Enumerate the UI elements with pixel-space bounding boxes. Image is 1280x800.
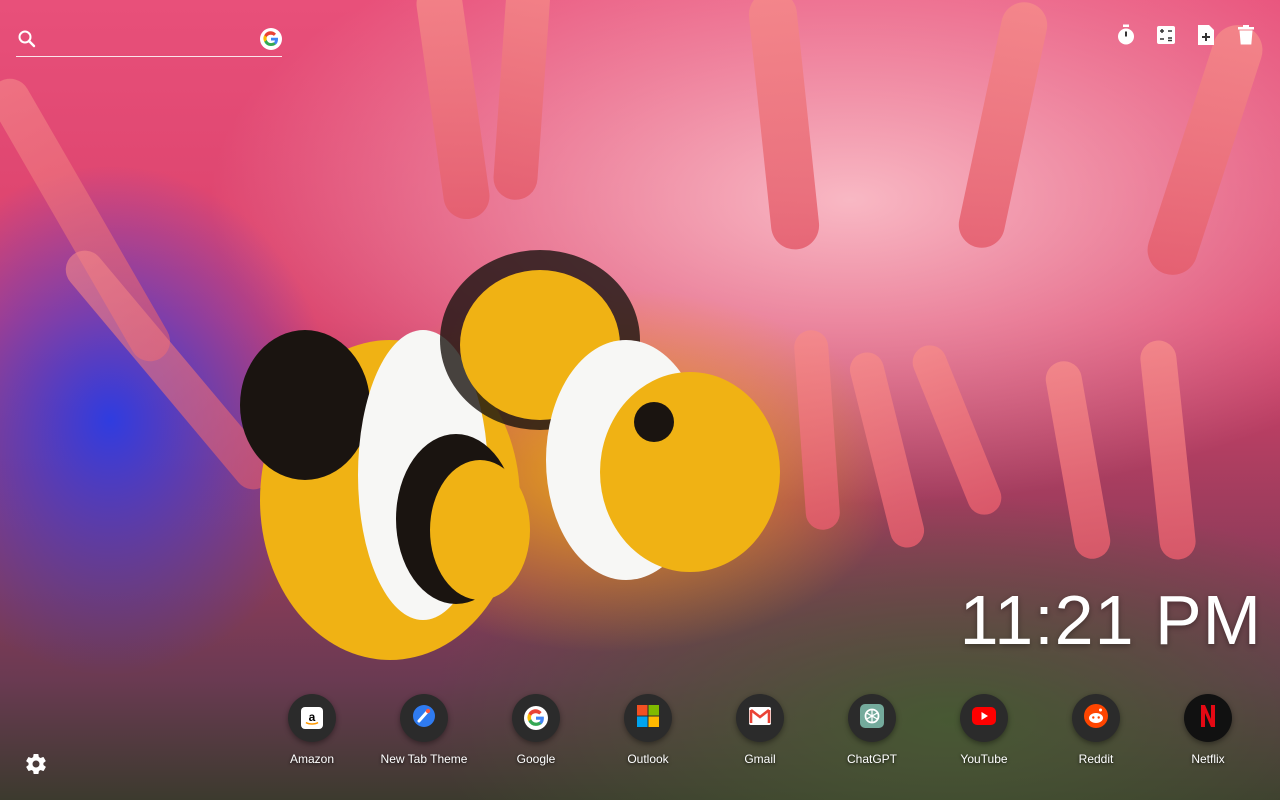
shortcut-label: ChatGPT	[846, 752, 897, 766]
trash-icon[interactable]	[1236, 24, 1256, 46]
microsoft-icon	[637, 704, 659, 732]
shortcut-outlook[interactable]: Outlook	[592, 694, 704, 766]
google-icon[interactable]	[260, 28, 282, 50]
search-bar	[16, 22, 282, 57]
amazon-icon: a	[301, 707, 323, 729]
shortcut-label: Netflix	[1191, 752, 1225, 766]
shortcut-label: Gmail	[744, 752, 776, 766]
calculator-icon[interactable]	[1156, 24, 1176, 46]
gmail-icon	[749, 706, 771, 730]
add-note-icon[interactable]	[1196, 24, 1216, 46]
shortcut-google[interactable]: Google	[480, 694, 592, 766]
gear-icon[interactable]	[24, 752, 48, 776]
shortcut-bar: a Amazon New Tab Theme Google Outlook Gm…	[256, 694, 1264, 766]
new-tab-theme-icon	[412, 704, 436, 733]
shortcut-reddit[interactable]: Reddit	[1040, 694, 1152, 766]
toolbar	[1116, 24, 1256, 46]
shortcut-amazon[interactable]: a Amazon	[256, 694, 368, 766]
youtube-icon	[972, 706, 996, 730]
search-input[interactable]	[46, 29, 252, 49]
shortcut-new-tab-theme[interactable]: New Tab Theme	[368, 694, 480, 766]
stopwatch-icon[interactable]	[1116, 24, 1136, 46]
shortcut-label: Reddit	[1078, 752, 1114, 766]
shortcut-label: Amazon	[289, 752, 335, 766]
shortcut-gmail[interactable]: Gmail	[704, 694, 816, 766]
chatgpt-icon	[860, 703, 884, 733]
clock: 11:21 PM	[959, 581, 1262, 659]
netflix-icon	[1200, 704, 1216, 733]
shortcut-netflix[interactable]: Netflix	[1152, 694, 1264, 766]
google-icon	[524, 706, 548, 730]
search-icon[interactable]	[16, 28, 38, 50]
wallpaper	[0, 0, 1280, 800]
shortcut-label: YouTube	[960, 752, 1008, 766]
shortcut-label: Outlook	[627, 752, 669, 766]
shortcut-chatgpt[interactable]: ChatGPT	[816, 694, 928, 766]
reddit-icon	[1084, 703, 1108, 733]
shortcut-youtube[interactable]: YouTube	[928, 694, 1040, 766]
shortcut-label: Google	[516, 752, 556, 766]
shortcut-label: New Tab Theme	[380, 752, 468, 766]
svg-text:a: a	[309, 710, 316, 724]
